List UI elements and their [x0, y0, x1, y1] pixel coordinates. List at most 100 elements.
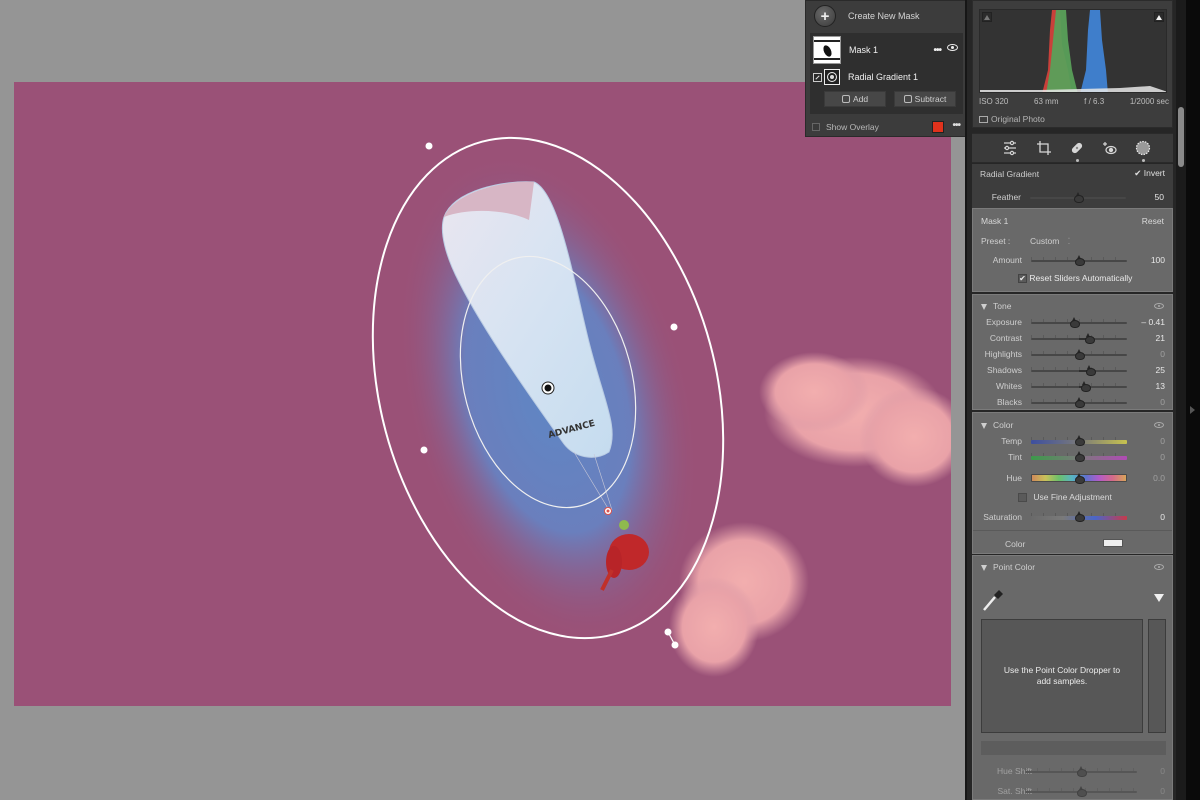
feather-slider-track[interactable] — [1030, 192, 1126, 203]
create-new-mask-row[interactable]: + Create New Mask — [806, 1, 966, 31]
saturation-slider-thumb[interactable] — [1075, 511, 1085, 522]
create-new-mask-label[interactable]: Create New Mask — [848, 11, 920, 21]
saturation-slider-row: Saturation 0 — [973, 510, 1172, 524]
reset-button[interactable]: Reset — [1142, 216, 1164, 226]
tone-slider-value[interactable]: 13 — [1156, 381, 1165, 391]
invert-toggle[interactable]: ✔ Invert — [1134, 168, 1165, 179]
preset-dropdown[interactable]: Custom ⁚ — [1030, 236, 1070, 247]
tone-slider-thumb[interactable] — [1080, 381, 1091, 392]
temp-slider-track[interactable] — [1031, 435, 1127, 446]
sat-shift-slider-thumb[interactable] — [1077, 786, 1087, 797]
edit-sliders-icon[interactable] — [1002, 140, 1018, 156]
temp-value[interactable]: 0 — [1160, 436, 1165, 446]
tone-visibility-eye-icon[interactable] — [1154, 303, 1164, 309]
overlay-color-swatch[interactable] — [932, 121, 944, 133]
show-overlay-checkbox[interactable] — [812, 123, 820, 131]
hue-shift-value[interactable]: 0 — [1160, 766, 1165, 776]
mask-thumbnail[interactable] — [813, 36, 841, 64]
fine-adjustment-checkbox[interactable] — [1018, 493, 1027, 503]
radial-gradient-thumbnail-icon[interactable] — [824, 69, 840, 85]
tone-slider-track[interactable] — [1031, 317, 1127, 328]
healing-bandage-icon[interactable] — [1069, 140, 1085, 156]
highlight-clipping-toggle[interactable] — [1154, 12, 1164, 22]
brush-subtract-icon[interactable] — [813, 72, 822, 82]
tone-header[interactable]: Tone — [981, 301, 1011, 311]
tone-slider-thumb[interactable] — [1085, 365, 1096, 376]
hue-value[interactable]: 0.0 — [1153, 473, 1165, 483]
sat-shift-slider-track[interactable] — [1025, 786, 1137, 797]
amount-value[interactable]: 100 — [1151, 255, 1165, 265]
mask-component-item[interactable]: Radial Gradient 1 — [810, 68, 963, 86]
feather-handle[interactable] — [604, 507, 612, 515]
feather-label: Feather — [991, 192, 1021, 202]
healing-active-dot — [1076, 159, 1079, 162]
hue-shift-slider-thumb[interactable] — [1077, 766, 1087, 777]
tone-slider-track[interactable] — [1031, 365, 1127, 376]
component-name[interactable]: Radial Gradient 1 — [848, 72, 918, 82]
tone-slider-value[interactable]: – 0.41 — [1141, 317, 1165, 327]
tint-slider-thumb[interactable] — [1075, 451, 1085, 462]
hue-slider-track[interactable] — [1031, 473, 1127, 484]
create-new-mask-button[interactable]: + — [814, 5, 836, 27]
reset-sliders-toggle[interactable]: ✔ Reset Sliders Automatically — [1018, 273, 1132, 283]
focal-length-value: 63 mm — [1034, 97, 1059, 106]
mask-group: Mask 1 ••• Radial Gradient 1 Add Subtrac… — [810, 33, 963, 114]
right-panel-scrollbar[interactable] — [1176, 0, 1186, 800]
add-button[interactable]: Add — [824, 91, 886, 107]
temp-slider-thumb[interactable] — [1075, 435, 1085, 446]
collapse-panel-arrow-icon[interactable] — [1190, 406, 1195, 414]
color-header[interactable]: Color — [981, 420, 1013, 430]
original-photo-toggle[interactable]: Original Photo — [979, 114, 1045, 124]
tint-slider-track[interactable] — [1031, 451, 1127, 462]
visibility-eye-icon[interactable] — [947, 44, 958, 51]
saturation-label: Saturation — [983, 512, 1022, 522]
mask-item[interactable]: Mask 1 ••• — [810, 35, 963, 65]
feather-slider-thumb[interactable] — [1074, 192, 1084, 203]
shadow-clipping-toggle[interactable] — [982, 12, 992, 22]
panel-edge — [1186, 0, 1200, 800]
show-overlay-label[interactable]: Show Overlay — [826, 122, 879, 132]
saturation-slider-track[interactable] — [1031, 511, 1127, 522]
masking-icon[interactable] — [1135, 140, 1151, 156]
tone-slider-track[interactable] — [1031, 397, 1127, 408]
tone-slider-value[interactable]: 25 — [1156, 365, 1165, 375]
radial-gradient-center-pin[interactable] — [541, 381, 555, 395]
tone-slider-value[interactable]: 21 — [1156, 333, 1165, 343]
sat-shift-value[interactable]: 0 — [1160, 786, 1165, 796]
crop-icon[interactable] — [1036, 140, 1052, 156]
tone-slider-track[interactable] — [1031, 381, 1127, 392]
more-options-icon[interactable]: ••• — [933, 45, 941, 56]
red-eye-icon[interactable] — [1102, 140, 1118, 156]
saturation-value[interactable]: 0 — [1160, 512, 1165, 522]
eyedropper-icon[interactable] — [981, 587, 1005, 613]
point-color-options-icon[interactable] — [1154, 594, 1164, 602]
feather-value[interactable]: 50 — [1155, 192, 1164, 202]
fine-adjustment-toggle[interactable]: Use Fine Adjustment — [1018, 492, 1112, 503]
reset-sliders-checkbox[interactable]: ✔ — [1018, 274, 1027, 283]
tone-slider-track[interactable] — [1031, 333, 1127, 344]
tint-value[interactable]: 0 — [1160, 452, 1165, 462]
point-color-visibility-eye-icon[interactable] — [1154, 564, 1164, 570]
radial-gradient-section: Radial Gradient ✔ Invert Feather 50 — [972, 164, 1173, 208]
original-photo-checkbox[interactable] — [979, 115, 988, 123]
photo-with-mask-overlay[interactable]: ADVANCE — [14, 82, 951, 706]
tone-slider-thumb[interactable] — [1075, 349, 1085, 360]
tone-slider-thumb[interactable] — [1070, 317, 1081, 328]
mask-name[interactable]: Mask 1 — [849, 45, 878, 55]
overlay-options-icon[interactable]: ••• — [952, 120, 960, 131]
subtract-button[interactable]: Subtract — [894, 91, 956, 107]
hue-shift-slider-track[interactable] — [1025, 766, 1137, 777]
scrollbar-thumb[interactable] — [1178, 107, 1184, 167]
amount-slider-track[interactable] — [1031, 255, 1127, 266]
point-color-header[interactable]: Point Color — [981, 562, 1035, 572]
hue-slider-thumb[interactable] — [1075, 473, 1085, 484]
color-visibility-eye-icon[interactable] — [1154, 422, 1164, 428]
color-swatch-none-icon[interactable] — [1103, 539, 1123, 547]
tone-slider-thumb[interactable] — [1075, 397, 1085, 408]
tone-slider-value[interactable]: 0 — [1160, 349, 1165, 359]
amount-slider-thumb[interactable] — [1075, 255, 1085, 266]
tone-slider-thumb[interactable] — [1084, 333, 1095, 344]
tone-slider-value[interactable]: 0 — [1160, 397, 1165, 407]
invert-checkbox-icon[interactable]: ✔ — [1134, 168, 1141, 178]
tone-slider-track[interactable] — [1031, 349, 1127, 360]
